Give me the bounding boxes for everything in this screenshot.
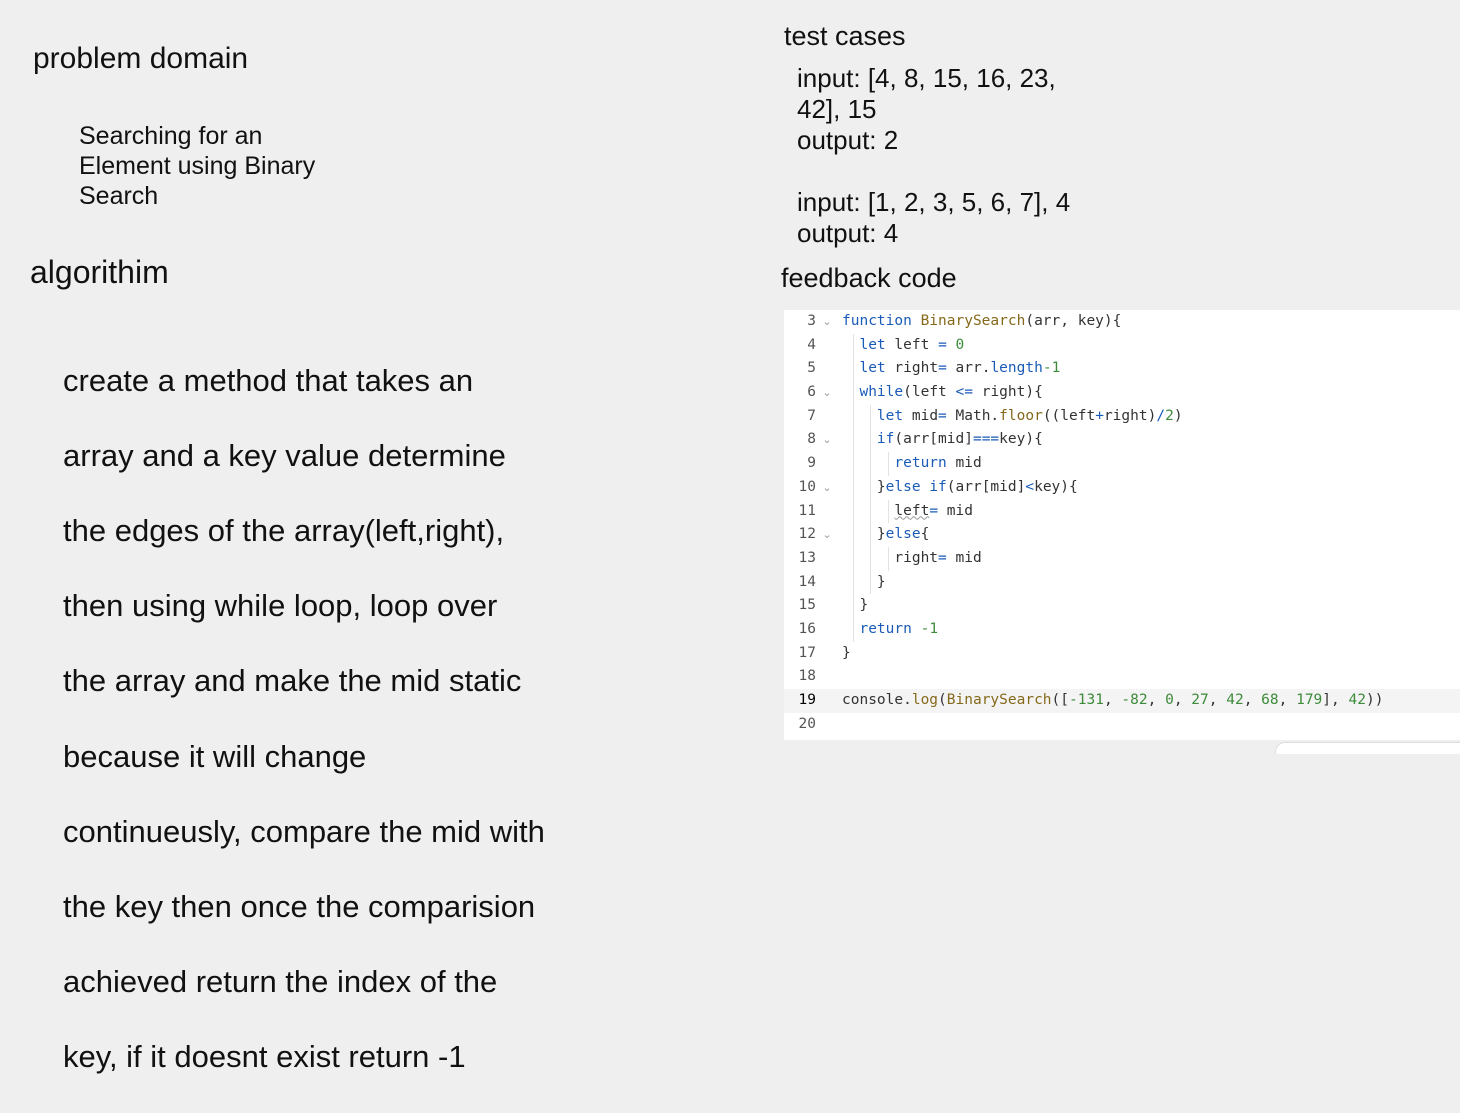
test-case-1-input: input: [4, 8, 15, 16, 23,: [797, 63, 1056, 93]
code-line[interactable]: 18: [784, 665, 1460, 689]
line-number: 11: [798, 502, 816, 519]
code-text: }else if(arr[mid]<key){: [842, 478, 1078, 495]
algorithm-line: then using while loop, loop over: [63, 588, 498, 624]
code-text: console.log(BinarySearch([-131, -82, 0, …: [842, 692, 1384, 708]
test-case-2-input: input: [1, 2, 3, 5, 6, 7], 4: [797, 187, 1071, 217]
line-number: 10: [798, 478, 816, 495]
code-text: while(left <= right){: [859, 384, 1043, 401]
test-spacer: [797, 156, 1070, 187]
algorithm-line: the array and make the mid static: [63, 663, 522, 699]
line-number: 5: [807, 360, 816, 377]
chevron-down-icon[interactable]: ⌄: [820, 428, 834, 452]
algorithm-heading: algorithim: [30, 254, 169, 290]
problem-domain-heading: problem domain: [33, 42, 249, 75]
code-line[interactable]: 5 let right= arr.length-1: [784, 357, 1460, 382]
test-case-2-output: output: 4: [797, 218, 899, 248]
code-text: right= mid: [842, 549, 982, 566]
line-number: 3: [807, 313, 816, 329]
code-line[interactable]: 12 ⌄ }else{: [784, 523, 1460, 547]
line-number: 6: [807, 384, 816, 401]
code-line[interactable]: 13 right= mid: [784, 546, 1460, 571]
code-text: }else{: [842, 526, 930, 543]
line-number: 12: [798, 526, 816, 543]
code-line[interactable]: 11 left= mid: [784, 499, 1460, 524]
code-text: if(arr[mid]===key){: [876, 431, 1043, 448]
line-number: 18: [798, 668, 816, 685]
line-number: 16: [798, 620, 816, 637]
code-text: let right= arr.length-1: [859, 360, 1061, 377]
algorithm-description: create a method that takes an array and …: [63, 324, 545, 1113]
code-line[interactable]: 10 ⌄ }else if(arr[mid]<key){: [784, 475, 1460, 500]
code-line[interactable]: 4 let left = 0: [784, 333, 1460, 358]
code-line[interactable]: 7 let mid= Math.floor((left+right)/2): [784, 404, 1460, 429]
algorithm-line: the edges of the array(left,right),: [63, 512, 505, 548]
line-number: 15: [798, 597, 816, 614]
line-number: 20: [798, 715, 816, 732]
code-text: let left = 0: [859, 336, 965, 353]
corner-widget: [1275, 742, 1460, 754]
code-line[interactable]: 15 }: [784, 594, 1460, 618]
code-line[interactable]: 6 ⌄ while(left <= right){: [784, 381, 1460, 405]
algorithm-line: achieved return the index of the: [63, 964, 498, 1000]
code-line[interactable]: 8 ⌄ if(arr[mid]===key){: [784, 428, 1460, 453]
code-text: function BinarySearch(arr, key){: [842, 313, 1122, 329]
test-cases-heading: test cases: [784, 21, 906, 51]
algorithm-line: key, if it doesnt exist return -1: [63, 1039, 466, 1075]
line-number: 7: [807, 407, 816, 424]
code-text: }: [842, 573, 886, 590]
test-case-1-output: output: 2: [797, 125, 899, 155]
line-number: 13: [798, 549, 816, 566]
code-text: left= mid: [894, 502, 973, 519]
code-text: return mid: [894, 455, 982, 472]
algorithm-line: array and a key value determine: [63, 437, 506, 473]
code-text: return -1: [859, 620, 939, 637]
feedback-code-heading: feedback code: [781, 263, 957, 293]
code-text: }: [842, 597, 869, 614]
code-text: }: [842, 644, 851, 661]
code-line[interactable]: 19 console.log(BinarySearch([-131, -82, 0…: [784, 689, 1460, 713]
line-number: 19: [798, 692, 816, 708]
code-editor[interactable]: 3 ⌄ function BinarySearch(arr, key){4 let …: [784, 310, 1460, 740]
code-text: let mid= Math.floor((left+right)/2): [876, 407, 1183, 424]
code-line[interactable]: 3 ⌄ function BinarySearch(arr, key){: [784, 310, 1460, 334]
chevron-down-icon[interactable]: ⌄: [820, 523, 834, 547]
algorithm-line: because it will change: [63, 738, 367, 774]
code-line[interactable]: 14 }: [784, 570, 1460, 595]
algorithm-line: create a method that takes an: [63, 362, 474, 398]
problem-line: Element using Binary: [79, 152, 316, 180]
code-line[interactable]: 16 return -1: [784, 617, 1460, 642]
problem-description: Searching for an Element using Binary Se…: [79, 121, 315, 211]
line-number: 4: [807, 336, 816, 353]
code-lines: 3 ⌄ function BinarySearch(arr, key){4 let …: [784, 310, 1460, 736]
algorithm-line: the key then once the comparision: [63, 888, 536, 924]
line-number: 9: [807, 455, 816, 472]
line-number: 17: [798, 644, 816, 661]
line-number: 8: [807, 431, 816, 448]
line-number: 14: [798, 573, 816, 590]
code-line[interactable]: 9 return mid: [784, 452, 1460, 476]
test-cases: input: [4, 8, 15, 16, 23, 42], 15 output…: [797, 63, 1070, 249]
chevron-down-icon[interactable]: ⌄: [820, 476, 834, 500]
code-line[interactable]: 17}: [784, 642, 1460, 666]
chevron-down-icon[interactable]: ⌄: [820, 310, 834, 334]
chevron-down-icon[interactable]: ⌄: [820, 381, 834, 405]
code-line[interactable]: 20: [784, 713, 1460, 737]
problem-line: Searching for an: [79, 122, 263, 150]
algorithm-line: continueusly, compare the mid with: [63, 813, 545, 849]
test-case-1-input-cont: 42], 15: [797, 94, 877, 124]
problem-line: Search: [79, 182, 159, 210]
